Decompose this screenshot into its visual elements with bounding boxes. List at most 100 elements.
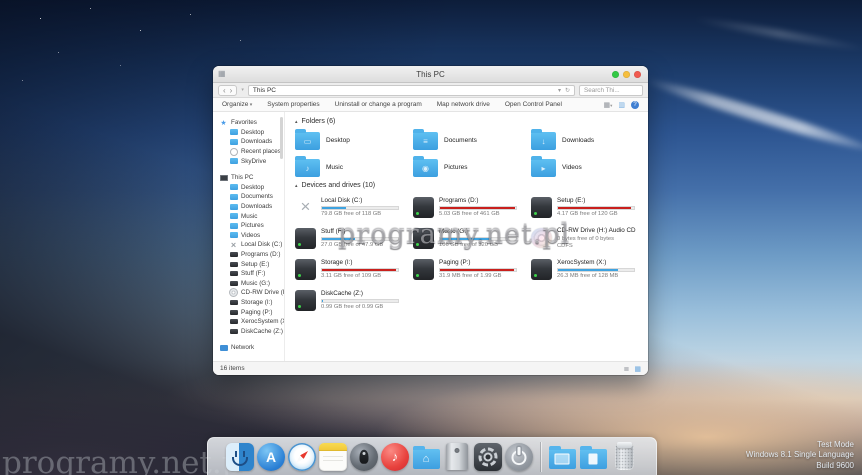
preview-pane-icon[interactable]	[618, 101, 625, 109]
window-controls	[612, 71, 641, 78]
sidebar-item-cd-rw-drive-h-au[interactable]: CD-RW Drive (H:) Au...	[219, 288, 284, 298]
drive-name: XerocSystem (X:)	[557, 259, 635, 266]
drive-item-paging-p[interactable]: Paging (P:)31.9 MB free of 1.99 GB	[413, 256, 531, 282]
collapse-caret-icon	[295, 183, 298, 189]
sidebar-item-skydrive[interactable]: SkyDrive	[219, 156, 284, 166]
thumbnail-view-icon[interactable]	[634, 365, 641, 373]
sidebar-item-diskcache-z[interactable]: DiskCache (Z:)	[219, 326, 284, 336]
hard-drive-icon	[295, 259, 316, 280]
sidebar-item-recent-places[interactable]: Recent places	[219, 147, 284, 157]
address-dropdown-icon[interactable]	[558, 87, 561, 94]
dock-item-applications-folder[interactable]: ⌂	[412, 443, 440, 471]
sidebar-item-music-g[interactable]: Music (G:)	[219, 279, 284, 289]
sidebar-item-local-disk-c[interactable]: Local Disk (C:)	[219, 240, 284, 250]
drive-item-programs-d[interactable]: Programs (D:)5.03 GB free of 461 GB	[413, 194, 531, 220]
sidebar-item-downloads[interactable]: Downloads	[219, 137, 284, 147]
trash-icon	[615, 445, 634, 470]
toolbar-item-map-network-drive[interactable]: Map network drive	[437, 101, 490, 108]
sidebar-group-header-network[interactable]: Network	[219, 343, 284, 353]
drive-icon	[229, 317, 238, 326]
folder-item-videos[interactable]: ▸Videos	[531, 157, 648, 177]
sidebar-item-downloads[interactable]: Downloads	[219, 202, 284, 212]
sidebar-item-videos[interactable]: Videos	[219, 231, 284, 241]
toolbar-item-system-properties[interactable]: System properties	[267, 101, 319, 108]
folder-icon	[229, 221, 238, 230]
desktop[interactable]: This PC This PC Search Thi... Organize Sy…	[0, 0, 862, 475]
sidebar-item-label: Documents	[241, 193, 273, 200]
refresh-icon[interactable]	[565, 87, 570, 94]
toolbar-item-uninstall-program[interactable]: Uninstall or change a program	[335, 101, 422, 108]
close-button[interactable]	[634, 71, 641, 78]
sidebar-item-label: Downloads	[241, 203, 272, 210]
drive-item-setup-e[interactable]: Setup (E:)4.17 GB free of 120 GB	[531, 194, 648, 220]
address-icons	[558, 87, 570, 94]
dock-item-finder[interactable]	[226, 443, 254, 471]
dock-item-itunes[interactable]: ♪	[381, 443, 409, 471]
dock-item-launchpad[interactable]	[350, 443, 378, 471]
drives-group-header[interactable]: Devices and drives (10)	[295, 182, 648, 189]
sidebar-item-documents[interactable]: Documents	[219, 192, 284, 202]
drive-item-local-disk-c[interactable]: ×Local Disk (C:)79.8 GB free of 118 GB	[295, 194, 413, 220]
capacity-bar	[321, 299, 399, 303]
sidebar-group-header-this-pc[interactable]: This PC	[219, 173, 284, 183]
folders-group-header[interactable]: Folders (6)	[295, 118, 648, 125]
drive-item-diskcache-z[interactable]: DiskCache (Z:)0.99 GB free of 0.99 GB	[295, 287, 413, 313]
capacity-bar-fill	[440, 207, 515, 209]
sidebar-item-desktop[interactable]: Desktop	[219, 183, 284, 193]
folder-label: Downloads	[562, 137, 594, 144]
drive-info: Storage (I:)3.11 GB free of 109 GB	[321, 256, 399, 282]
folder-label: Documents	[444, 137, 477, 144]
details-view-icon[interactable]	[624, 365, 630, 373]
drive-icon	[229, 279, 238, 288]
sidebar-item-music[interactable]: Music	[219, 211, 284, 221]
minimize-button[interactable]	[623, 71, 630, 78]
dock-item-pictures-folder[interactable]	[548, 443, 576, 471]
drive-name: Local Disk (C:)	[321, 197, 399, 204]
dock-item-safari[interactable]	[288, 443, 316, 471]
sidebar-scrollbar[interactable]	[280, 117, 283, 159]
status-bar: 16 items	[213, 361, 648, 375]
toolbar-item-open-control-panel[interactable]: Open Control Panel	[505, 101, 562, 108]
sidebar-item-pictures[interactable]: Pictures	[219, 221, 284, 231]
dock-item-documents-folder[interactable]	[579, 443, 607, 471]
hard-drive-icon	[413, 197, 434, 218]
drive-info: DiskCache (Z:)0.99 GB free of 0.99 GB	[321, 287, 399, 313]
sidebar-item-paging-p[interactable]: Paging (P:)	[219, 307, 284, 317]
sidebar-item-xerocsystem-x[interactable]: XerocSystem (X:)	[219, 317, 284, 327]
recent-pages-caret-icon[interactable]	[241, 87, 244, 93]
folder-item-desktop[interactable]: ▭Desktop	[295, 130, 413, 150]
watermark-center: programy.net.pl	[338, 219, 570, 250]
change-view-icon[interactable]	[603, 101, 612, 109]
drive-item-xerocsystem-x[interactable]: XerocSystem (X:)26.3 MB free of 128 MB	[531, 256, 648, 282]
address-field[interactable]: This PC	[248, 85, 575, 96]
sidebar-item-programs-d[interactable]: Programs (D:)	[219, 250, 284, 260]
zoom-button[interactable]	[612, 71, 619, 78]
drive-item-storage-i[interactable]: Storage (I:)3.11 GB free of 109 GB	[295, 256, 413, 282]
drive-free-space: 31.9 MB free of 1.99 GB	[439, 273, 517, 279]
title-bar[interactable]: This PC	[213, 66, 648, 83]
sidebar-item-stuff-f[interactable]: Stuff (F:)	[219, 269, 284, 279]
toolbar-item-organize[interactable]: Organize	[222, 101, 252, 108]
folder-item-documents[interactable]: ≡Documents	[413, 130, 531, 150]
drive-free-space: 3.11 GB free of 109 GB	[321, 273, 399, 279]
address-text: This PC	[253, 87, 276, 94]
folder-item-pictures[interactable]: ◉Pictures	[413, 157, 531, 177]
forward-button[interactable]	[230, 86, 233, 95]
back-button[interactable]	[223, 86, 226, 95]
dock-item-notes[interactable]	[319, 443, 347, 471]
folder-item-downloads[interactable]: ↓Downloads	[531, 130, 648, 150]
folder-item-music[interactable]: ♪Music	[295, 157, 413, 177]
dock-item-trash[interactable]	[610, 443, 638, 471]
dock-item-mac-pro[interactable]	[443, 443, 471, 471]
sidebar-item-desktop[interactable]: Desktop	[219, 128, 284, 138]
sidebar-item-storage-i[interactable]: Storage (I:)	[219, 298, 284, 308]
dock-item-power[interactable]	[505, 443, 533, 471]
search-input[interactable]: Search Thi...	[579, 85, 643, 96]
dock-item-system-preferences[interactable]	[474, 443, 502, 471]
sidebar-group-header-favorites[interactable]: Favorites	[219, 118, 284, 128]
folder-icon: ◉	[413, 159, 438, 177]
sidebar-item-setup-e[interactable]: Setup (E:)	[219, 259, 284, 269]
folder-icon	[229, 231, 238, 240]
help-icon[interactable]	[631, 101, 639, 109]
dock-item-app-store[interactable]: A	[257, 443, 285, 471]
